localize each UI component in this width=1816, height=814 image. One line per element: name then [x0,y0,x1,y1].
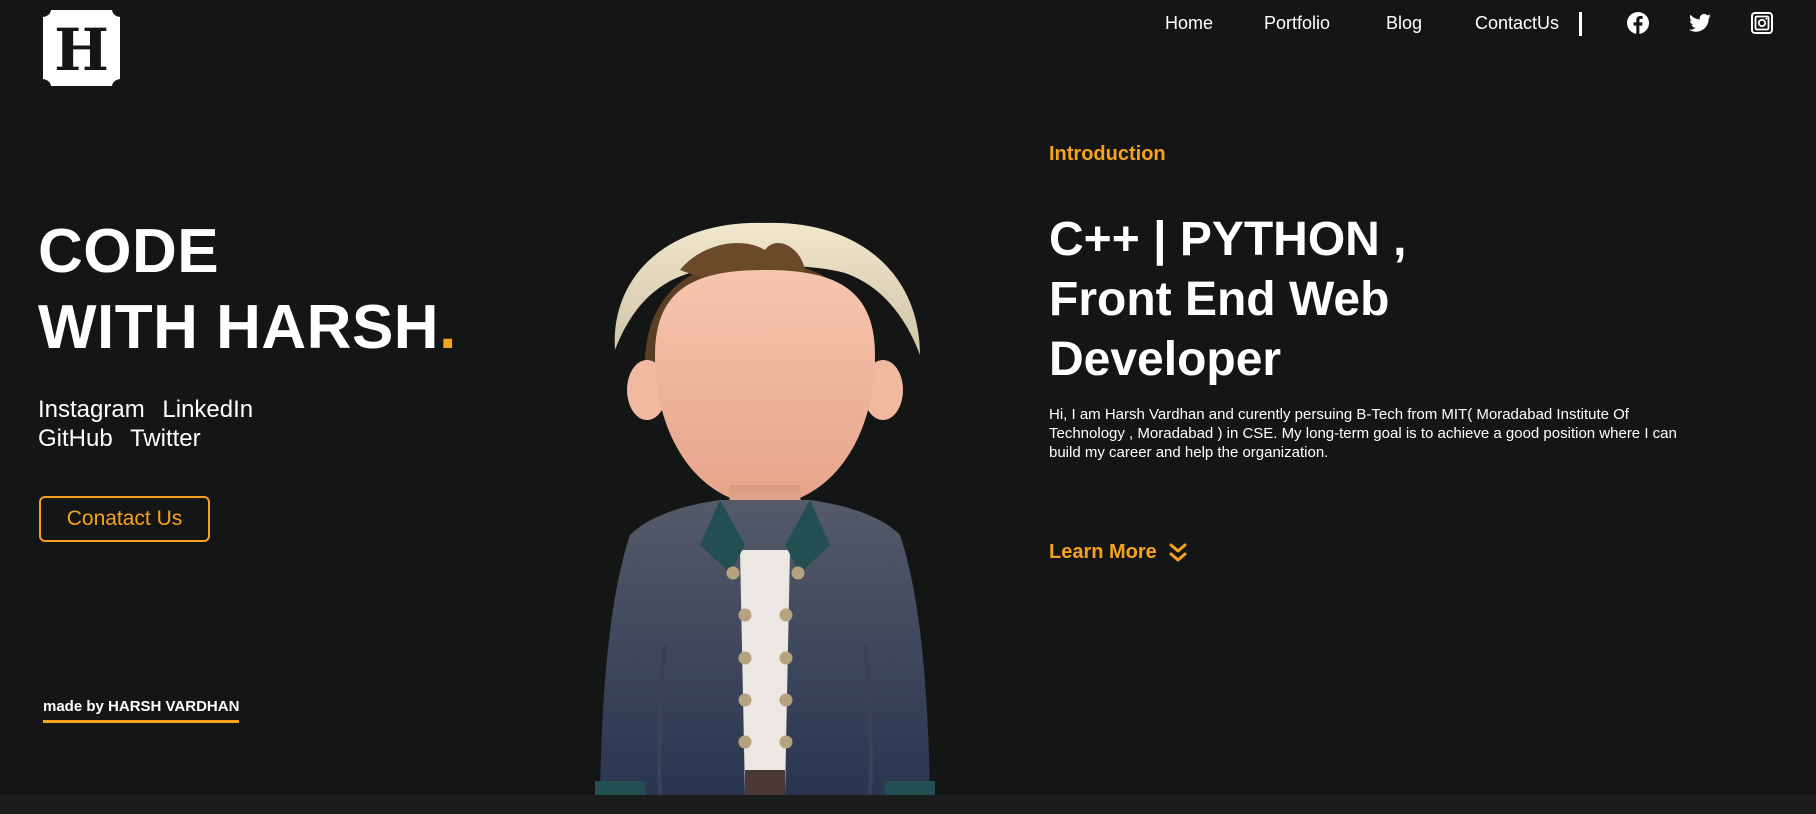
link-linkedin[interactable]: LinkedIn [162,396,253,423]
about-headline: C++ | PYTHON , Front End Web Developer [1049,210,1529,390]
instagram-icon[interactable] [1750,11,1774,35]
logo[interactable]: H [43,10,120,86]
hero-title-line1: CODE [38,217,220,286]
link-twitter[interactable]: Twitter [130,425,201,452]
logo-letter: H [54,16,109,84]
hero-title: CODE WITH HARSH. [38,214,457,366]
hero-title-line2: WITH HARSH. [38,290,457,366]
headline-line1: C++ | PYTHON , [1049,213,1407,266]
facebook-icon[interactable] [1626,11,1650,35]
hero-title-line2-text: WITH HARSH [38,293,440,362]
social-links: Instagram LinkedIn GitHub Twitter [38,395,264,453]
chevron-double-down-icon [1169,543,1187,561]
headline-line3: Developer [1049,333,1282,386]
learn-more-label: Learn More [1049,541,1157,563]
made-by-credit[interactable]: made by HARSH VARDHAN [43,698,240,723]
page: H Home Portfolio Blog ContactUs CODE WIT… [0,0,1816,795]
headline-line2: Front End Web [1049,273,1390,326]
intro-label: Introduction [1049,143,1166,165]
nav-blog[interactable]: Blog [1386,13,1422,34]
nav-contactus[interactable]: ContactUs [1475,13,1559,34]
link-github[interactable]: GitHub [38,425,113,452]
footer-strip [0,795,1816,814]
hero-title-dot: . [439,293,457,362]
nav-portfolio[interactable]: Portfolio [1264,13,1330,34]
link-instagram[interactable]: Instagram [38,396,145,423]
twitter-icon[interactable] [1688,11,1712,35]
bio-text: Hi, I am Harsh Vardhan and curently pers… [1049,406,1677,461]
nav-home[interactable]: Home [1165,13,1213,34]
avatar-illustration [595,222,935,795]
nav-divider [1579,12,1582,36]
contact-us-button[interactable]: Conatact Us [39,496,210,542]
learn-more-link[interactable]: Learn More [1049,541,1187,564]
